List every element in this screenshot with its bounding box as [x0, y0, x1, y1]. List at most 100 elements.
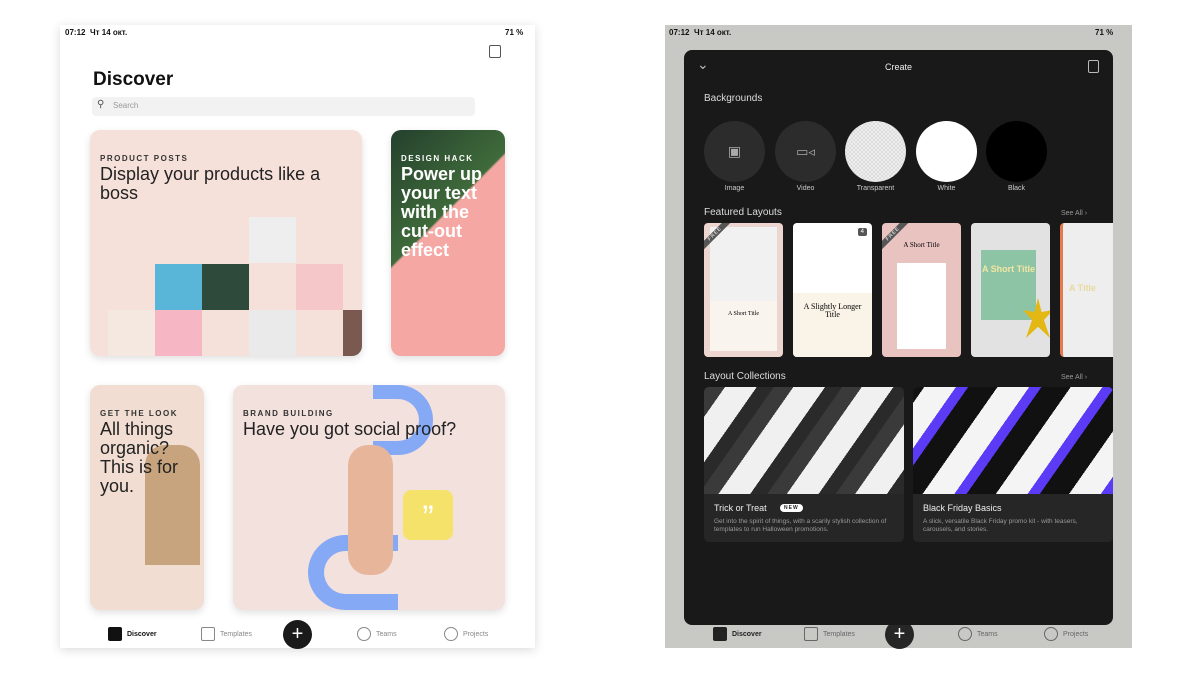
projects-icon	[1044, 627, 1058, 641]
card-kicker: DESIGN HACK	[401, 154, 474, 163]
see-all-label: See All	[1061, 374, 1083, 381]
quote-icon: ”	[403, 490, 453, 540]
discover-icon	[713, 627, 727, 641]
featured-layout[interactable]: A Title	[1060, 223, 1113, 357]
status-date: Чт 14 окт.	[90, 28, 128, 37]
background-white-button[interactable]	[916, 121, 977, 182]
layout-title: A Title	[1069, 283, 1097, 293]
card-kicker: BRAND BUILDING	[243, 409, 334, 418]
nav-label: Templates	[220, 630, 252, 638]
collection-black-friday[interactable]: Black Friday Basics A slick, versatile B…	[913, 387, 1113, 542]
product-image	[202, 264, 249, 310]
create-button[interactable]: +	[283, 620, 312, 649]
card-kicker: GET THE LOOK	[100, 409, 178, 418]
page-title: Discover	[93, 69, 174, 90]
card-brand-building[interactable]: ” BRAND BUILDING Have you got social pro…	[233, 385, 505, 610]
card-product-posts[interactable]: PRODUCT POSTS Display your products like…	[90, 130, 362, 356]
product-image	[343, 310, 362, 356]
see-all-label: See All	[1061, 210, 1083, 217]
discover-icon	[108, 627, 122, 641]
card-title: Power up your text with the cut-out effe…	[401, 164, 483, 260]
nav-label: Templates	[823, 630, 855, 638]
collection-image	[913, 387, 1113, 494]
collections-see-all-link[interactable]: See All ›	[1061, 374, 1087, 381]
featured-layout[interactable]: 4 A Slightly Longer Title	[793, 223, 872, 357]
background-image-button[interactable]: ▣	[704, 121, 765, 182]
featured-layout[interactable]: FREE A Short Title	[704, 223, 783, 357]
status-battery: 71 %	[1095, 28, 1114, 37]
background-black-button[interactable]	[986, 121, 1047, 182]
nav-label: Discover	[127, 630, 157, 638]
teams-icon	[357, 627, 371, 641]
nav-teams[interactable]: Teams	[357, 627, 397, 641]
background-label: Image	[724, 185, 745, 192]
projects-icon	[444, 627, 458, 641]
video-camera-icon: ▭◃	[796, 144, 815, 159]
discover-screen: 07:12 Чт 14 окт. 71 % Discover ⚲ Search …	[60, 25, 535, 649]
status-time: 07:12	[669, 28, 690, 37]
featured-layout[interactable]: FREE A Short Title	[882, 223, 961, 357]
search-icon: ⚲	[97, 99, 105, 110]
search-placeholder: Search	[113, 101, 139, 110]
search-input[interactable]: ⚲ Search	[92, 97, 475, 116]
shopping-bag-icon[interactable]	[489, 45, 501, 58]
nav-label: Teams	[376, 630, 397, 638]
background-video-button[interactable]: ▭◃	[775, 121, 836, 182]
product-image	[155, 310, 202, 356]
status-time: 07:12	[65, 28, 86, 37]
free-badge: FREE	[882, 223, 913, 254]
collection-title: Trick or Treat	[714, 503, 767, 513]
image-icon: ▣	[727, 143, 742, 159]
card-title: Have you got social proof?	[243, 419, 457, 439]
templates-icon	[804, 627, 818, 641]
card-get-the-look[interactable]: GET THE LOOK All things organic? This is…	[90, 385, 204, 610]
product-image	[155, 264, 202, 310]
nav-templates[interactable]: Templates	[201, 627, 252, 641]
featured-see-all-link[interactable]: See All ›	[1061, 210, 1087, 217]
layout-title: A Short Title	[981, 264, 1035, 274]
layout-preview	[710, 301, 777, 351]
card-title: Display your products like a boss	[100, 164, 321, 203]
layout-title: A Slightly Longer Title	[803, 302, 862, 319]
layout-preview	[981, 250, 1036, 320]
product-image	[249, 217, 296, 263]
card-kicker: PRODUCT POSTS	[100, 154, 189, 163]
nav-label: Discover	[732, 630, 762, 638]
nav-templates[interactable]: Templates	[804, 627, 855, 641]
collection-image	[704, 387, 904, 494]
new-badge: NEW	[780, 504, 803, 512]
product-image	[296, 264, 343, 310]
layout-preview	[897, 263, 946, 349]
collection-title: Black Friday Basics	[923, 503, 1002, 513]
background-label: Transparent	[856, 185, 895, 192]
nav-projects[interactable]: Projects	[1044, 627, 1088, 641]
card-design-hack[interactable]: DESIGN HACK Power up your text with the …	[391, 130, 505, 356]
nav-projects[interactable]: Projects	[444, 627, 488, 641]
featured-layout[interactable]: A Short Title	[971, 223, 1050, 357]
nav-label: Projects	[1063, 630, 1089, 638]
status-battery: 71 %	[505, 28, 524, 37]
layout-title: A Short Title	[727, 311, 759, 317]
nav-label: Teams	[977, 630, 998, 638]
create-sheet: ⌄ Create Backgrounds ▣ Image ▭◃ Video Tr…	[684, 50, 1113, 625]
nav-teams[interactable]: Teams	[958, 627, 998, 641]
background-label: Video	[796, 185, 815, 192]
sheet-title: Create	[884, 62, 912, 72]
page-count-badge: 4	[857, 228, 867, 236]
card-title: All things organic? This is for you.	[100, 419, 179, 496]
background-transparent-button[interactable]	[845, 121, 906, 182]
nav-discover[interactable]: Discover	[713, 627, 762, 641]
collection-trick-or-treat[interactable]: Trick or Treat NEW Get into the spirit o…	[704, 387, 904, 542]
backgrounds-heading: Backgrounds	[704, 93, 763, 104]
teams-icon	[958, 627, 972, 641]
nav-discover[interactable]: Discover	[108, 627, 157, 641]
background-label: Black	[1007, 185, 1026, 192]
collections-heading: Layout Collections	[704, 371, 786, 382]
background-label: White	[937, 185, 956, 192]
shopping-bag-icon[interactable]	[1088, 60, 1099, 73]
templates-icon	[201, 627, 215, 641]
nav-label: Projects	[463, 630, 489, 638]
status-date: Чт 14 окт.	[694, 28, 732, 37]
product-image	[108, 310, 155, 356]
hand-image	[348, 445, 393, 575]
